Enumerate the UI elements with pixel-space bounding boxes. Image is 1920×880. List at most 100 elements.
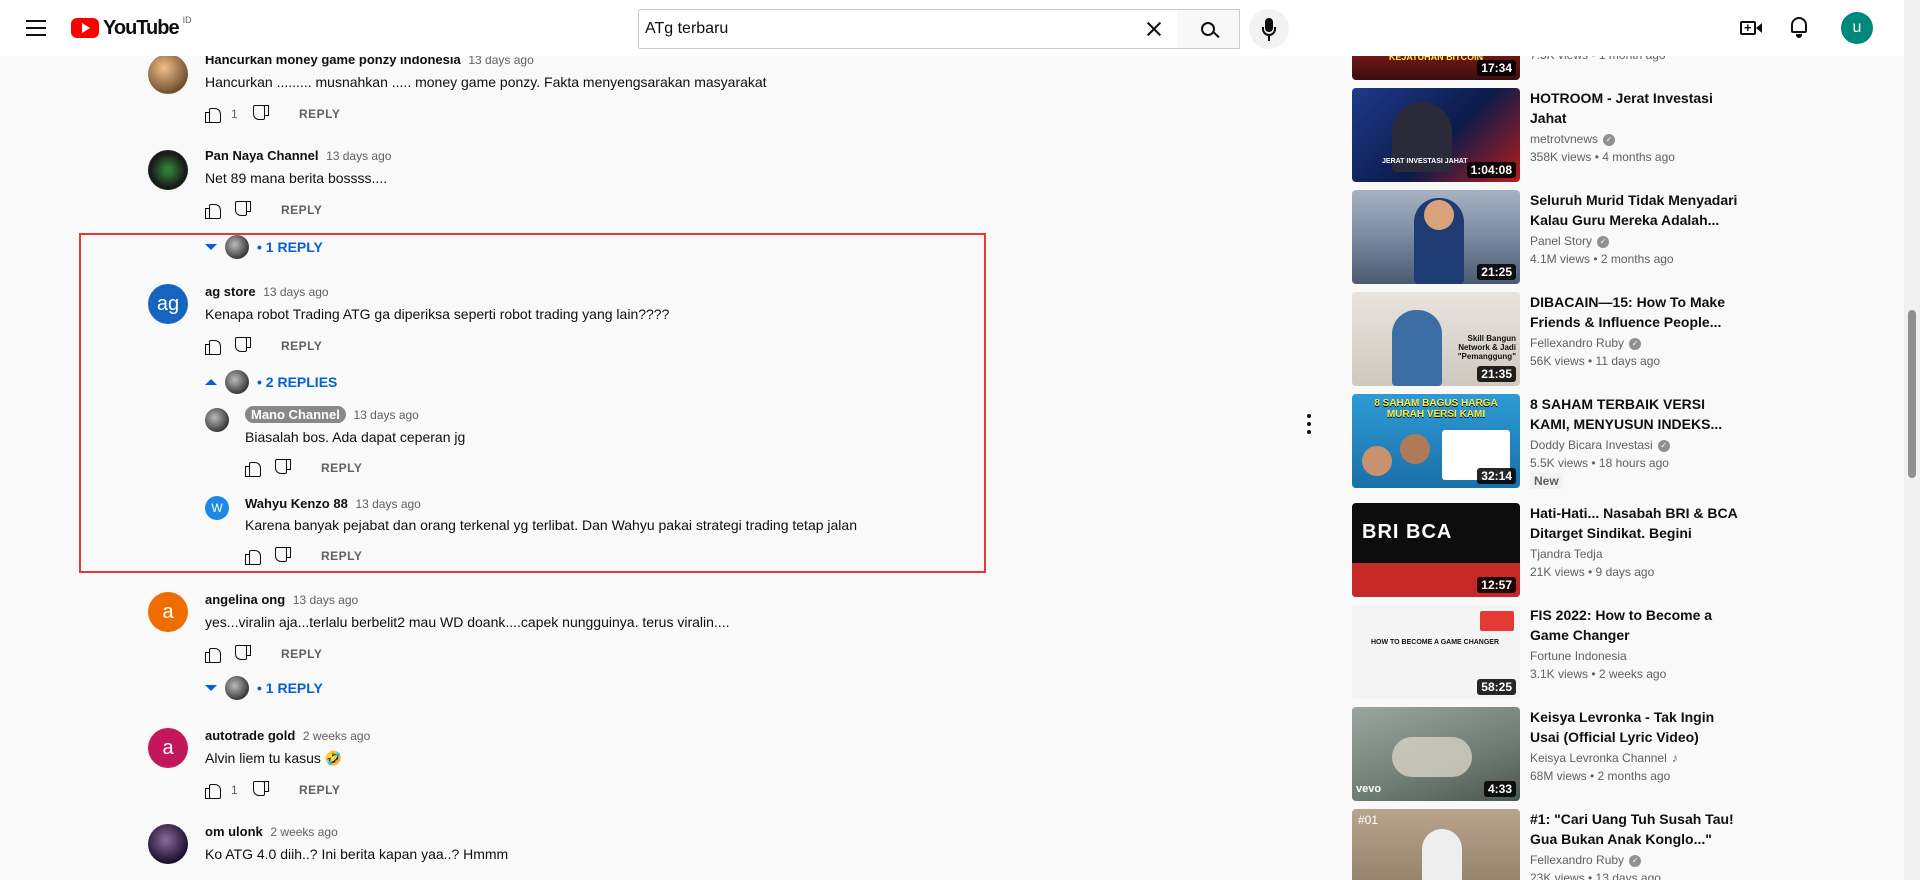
hide-replies-button[interactable]: • 2 REPLIES — [205, 370, 337, 394]
avatar — [225, 235, 249, 259]
reply-button[interactable]: REPLY — [281, 647, 322, 661]
channel-name[interactable]: Doddy Bicara Investasi ✓ — [1530, 438, 1670, 452]
video-title[interactable]: HOTROOM - Jerat Investasi Jahat — [1530, 88, 1740, 128]
video-title[interactable]: Keisya Levronka - Tak Ingin Usai (Offici… — [1530, 707, 1740, 747]
dislike-icon[interactable] — [235, 338, 251, 354]
channel-name[interactable]: Panel Story ✓ — [1530, 234, 1610, 248]
related-video[interactable]: vevo 4:33 Keisya Levronka - Tak Ingin Us… — [1352, 707, 1872, 801]
channel-name[interactable]: Keisya Levronka Channel ♪ — [1530, 751, 1678, 765]
comment-time[interactable]: 2 weeks ago — [303, 729, 370, 743]
reply-author[interactable]: Wahyu Kenzo 88 — [245, 496, 348, 511]
related-video[interactable]: 21:25 Seluruh Murid Tidak Menyadari Kala… — [1352, 190, 1872, 284]
video-thumbnail[interactable]: Skill Bangun Network & Jadi "Pemanggung"… — [1352, 292, 1520, 386]
like-icon[interactable] — [245, 548, 261, 565]
avatar[interactable] — [148, 150, 188, 190]
related-video[interactable]: JERAT INVESTASI JAHAT 1:04:08 HOTROOM - … — [1352, 88, 1872, 182]
video-thumbnail[interactable]: vevo 4:33 — [1352, 707, 1520, 801]
video-thumbnail[interactable]: 21:25 — [1352, 190, 1520, 284]
new-badge: New — [1530, 473, 1563, 489]
related-video[interactable]: 8 SAHAM BAGUS HARGA MURAH VERSI KAMI 32:… — [1352, 394, 1872, 489]
comment-header: Pan Naya Channel 13 days ago — [205, 148, 391, 166]
youtube-logo[interactable]: YouTube ID — [71, 15, 192, 40]
video-thumbnail[interactable]: BRI BCA 12:57 — [1352, 503, 1520, 597]
reply-button[interactable]: REPLY — [299, 107, 340, 121]
video-thumbnail[interactable]: JERAT INVESTASI JAHAT 1:04:08 — [1352, 88, 1520, 182]
channel-name[interactable]: Fortune Indonesia — [1530, 649, 1627, 663]
reply-button[interactable]: REPLY — [281, 339, 322, 353]
related-video[interactable]: BRI BCA 12:57 Hati-Hati... Nasabah BRI &… — [1352, 503, 1872, 597]
video-thumbnail[interactable]: #01 — [1352, 809, 1520, 880]
reply-button[interactable]: REPLY — [321, 461, 362, 475]
video-duration: 32:14 — [1477, 468, 1516, 484]
like-icon[interactable] — [205, 106, 221, 123]
dislike-icon[interactable] — [235, 202, 251, 218]
region-code: ID — [182, 15, 192, 25]
comment-author[interactable]: autotrade gold — [205, 728, 295, 743]
search-button[interactable] — [1177, 9, 1240, 49]
avatar[interactable]: W — [205, 496, 229, 520]
comment-author[interactable]: Pan Naya Channel — [205, 148, 318, 163]
video-thumbnail[interactable]: 8 SAHAM BAGUS HARGA MURAH VERSI KAMI 32:… — [1352, 394, 1520, 488]
like-icon[interactable] — [205, 646, 221, 663]
comment-author[interactable]: om ulonk — [205, 824, 263, 839]
clear-search-icon[interactable] — [1143, 18, 1165, 40]
related-video[interactable]: #01 #1: "Cari Uang Tuh Susah Tau! Gua Bu… — [1352, 809, 1872, 880]
menu-icon[interactable] — [20, 16, 52, 40]
dislike-icon[interactable] — [235, 646, 251, 662]
related-video[interactable]: HOW TO BECOME A GAME CHANGER 58:25 FIS 2… — [1352, 605, 1872, 699]
thumbnail-caption: JERAT INVESTASI JAHAT — [1382, 158, 1468, 165]
page-scrollbar[interactable] — [1904, 0, 1920, 880]
like-icon[interactable] — [245, 460, 261, 477]
replies-count: • 1 REPLY — [257, 680, 323, 696]
comment-author[interactable]: angelina ong — [205, 592, 285, 607]
channel-name[interactable]: metrotvnews ✓ — [1530, 132, 1616, 146]
channel-name[interactable]: Tjandra Tedja — [1530, 547, 1603, 561]
like-icon[interactable] — [205, 338, 221, 355]
chevron-down-icon — [205, 685, 217, 691]
voice-search-button[interactable] — [1249, 9, 1289, 49]
scrollbar-thumb[interactable] — [1908, 310, 1916, 478]
video-title[interactable]: Hati-Hati... Nasabah BRI & BCA Ditarget … — [1530, 503, 1740, 543]
avatar[interactable] — [148, 824, 188, 864]
replies-label: 1 REPLY — [265, 239, 323, 255]
channel-name[interactable]: Fellexandro Ruby ✓ — [1530, 336, 1642, 350]
comment-author[interactable]: ag store — [205, 284, 256, 299]
comment-time[interactable]: 2 weeks ago — [270, 825, 337, 839]
avatar[interactable] — [205, 408, 229, 432]
video-title[interactable]: #1: "Cari Uang Tuh Susah Tau! Gua Bukan … — [1530, 809, 1740, 849]
reply-button[interactable]: REPLY — [281, 203, 322, 217]
more-actions-icon[interactable] — [1306, 414, 1312, 434]
like-icon[interactable] — [205, 202, 221, 219]
reply-time[interactable]: 13 days ago — [355, 497, 420, 511]
video-thumbnail[interactable]: HOW TO BECOME A GAME CHANGER 58:25 — [1352, 605, 1520, 699]
like-icon[interactable] — [205, 782, 221, 799]
video-title[interactable]: DIBACAIN—15: How To Make Friends & Influ… — [1530, 292, 1740, 332]
dislike-icon[interactable] — [253, 782, 269, 798]
comment-actions: REPLY — [205, 334, 322, 358]
create-video-icon[interactable] — [1740, 18, 1762, 38]
video-title[interactable]: Seluruh Murid Tidak Menyadari Kalau Guru… — [1530, 190, 1740, 230]
video-title[interactable]: FIS 2022: How to Become a Game Changer — [1530, 605, 1740, 645]
dislike-icon[interactable] — [253, 106, 269, 122]
notifications-bell-icon[interactable] — [1788, 15, 1810, 39]
avatar[interactable]: a — [148, 728, 188, 768]
view-replies-button[interactable]: • 1 REPLY — [205, 676, 323, 700]
avatar[interactable]: ag — [148, 284, 188, 324]
channel-name[interactable]: Fellexandro Ruby ✓ — [1530, 853, 1642, 867]
avatar[interactable]: a — [148, 592, 188, 632]
view-replies-button[interactable]: • 1 REPLY — [205, 235, 323, 259]
reply-button[interactable]: REPLY — [299, 783, 340, 797]
dislike-icon[interactable] — [275, 548, 291, 564]
video-title[interactable]: 8 SAHAM TERBAIK VERSI KAMI, MENYUSUN IND… — [1530, 394, 1740, 434]
comment-time[interactable]: 13 days ago — [293, 593, 358, 607]
search-input[interactable] — [645, 19, 1125, 39]
reply-time[interactable]: 13 days ago — [353, 408, 418, 422]
avatar[interactable] — [148, 54, 188, 94]
reply-author-badge[interactable]: Mano Channel — [245, 406, 346, 423]
comment-time[interactable]: 13 days ago — [263, 285, 328, 299]
reply-button[interactable]: REPLY — [321, 549, 362, 563]
related-video[interactable]: Skill Bangun Network & Jadi "Pemanggung"… — [1352, 292, 1872, 386]
dislike-icon[interactable] — [275, 460, 291, 476]
account-avatar[interactable]: u — [1841, 12, 1873, 44]
comment-time[interactable]: 13 days ago — [326, 149, 391, 163]
